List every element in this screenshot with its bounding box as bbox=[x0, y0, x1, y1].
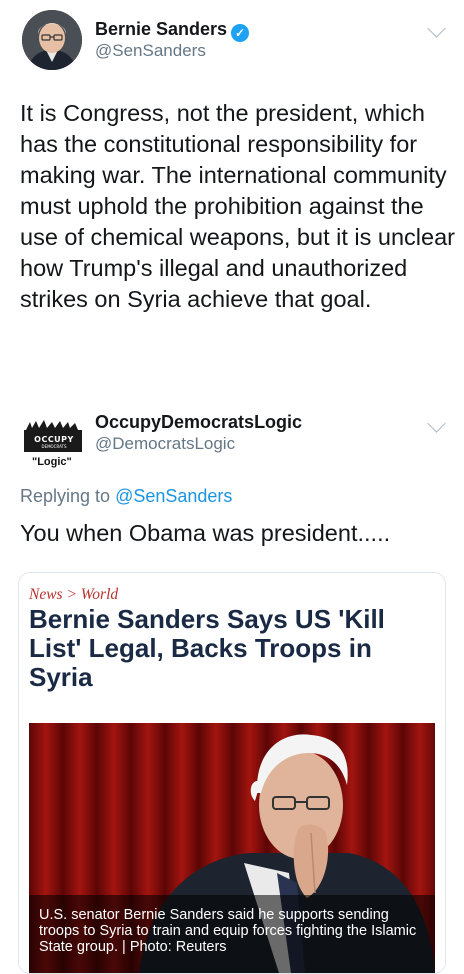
reply-text: You when Obama was president..... bbox=[20, 520, 391, 546]
embedded-image-card[interactable]: News > World Bernie Sanders Says US 'Kil… bbox=[18, 572, 446, 974]
replying-to-line: Replying to @SenSanders bbox=[20, 486, 232, 507]
chevron-down-icon[interactable] bbox=[427, 414, 446, 433]
chevron-down-icon[interactable] bbox=[427, 19, 446, 38]
article-photo: U.S. senator Bernie Sanders said he supp… bbox=[29, 723, 435, 973]
avatar-logo-subtext: DEMOCRATS bbox=[41, 444, 67, 449]
author-name-row[interactable]: Bernie Sanders ✓ bbox=[95, 19, 250, 42]
author-handle[interactable]: @SenSanders bbox=[95, 41, 206, 61]
replying-mention-link[interactable]: @SenSanders bbox=[115, 486, 232, 506]
verified-badge-icon: ✓ bbox=[231, 24, 250, 42]
reply-author-handle[interactable]: @DemocratsLogic bbox=[95, 434, 235, 454]
author-avatar[interactable] bbox=[22, 10, 82, 70]
breadcrumb: News > World bbox=[29, 586, 119, 603]
reply-author-avatar[interactable]: OCCUPY DEMOCRATS "Logic" bbox=[20, 414, 86, 472]
reply-author-name[interactable]: OccupyDemocratsLogic bbox=[95, 412, 302, 433]
replying-prefix: Replying to bbox=[20, 486, 116, 506]
avatar-logic-text: "Logic" bbox=[32, 456, 72, 468]
photo-caption: U.S. senator Bernie Sanders said he supp… bbox=[29, 895, 435, 973]
article-headline: Bernie Sanders Says US 'Kill List' Legal… bbox=[29, 604, 385, 692]
avatar-logo-text: OCCUPY bbox=[34, 435, 74, 444]
tweet-text: It is Congress, not the president, which… bbox=[20, 100, 455, 312]
author-name[interactable]: Bernie Sanders bbox=[95, 19, 227, 39]
